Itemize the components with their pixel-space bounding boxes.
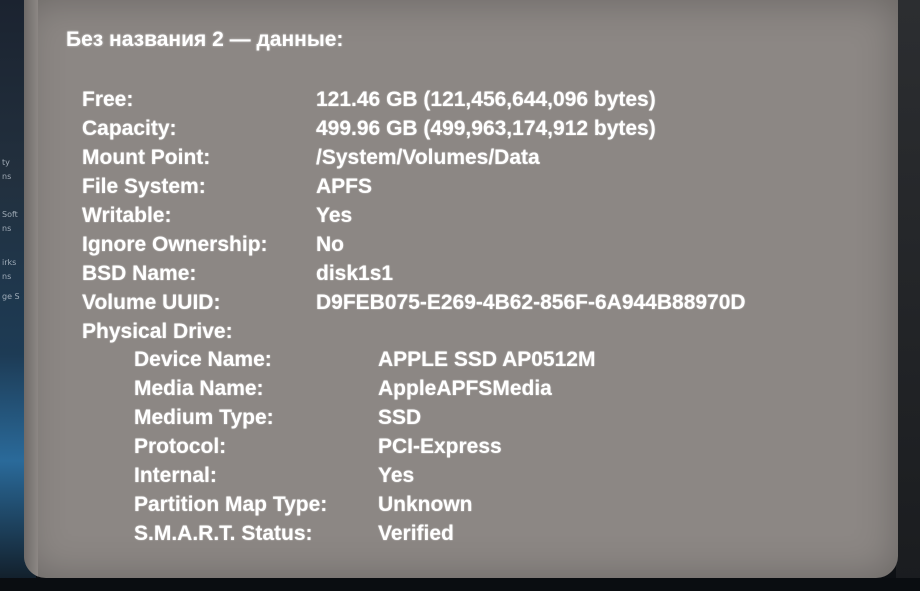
- info-label: Free:: [82, 88, 134, 111]
- info-value: No: [316, 233, 344, 256]
- info-label: Partition Map Type:: [134, 493, 328, 516]
- section-title: Без названия 2 — данные:: [66, 28, 344, 51]
- info-value: APPLE SSD AP0512M: [378, 348, 596, 371]
- info-label: Physical Drive:: [82, 320, 233, 343]
- info-label: Medium Type:: [134, 406, 274, 429]
- info-label: Media Name:: [134, 377, 264, 400]
- background-sidebar-text: ty: [2, 158, 10, 167]
- background-window-edge: [896, 0, 920, 591]
- background-sidebar-text: irks: [2, 258, 17, 267]
- info-value: Verified: [378, 522, 454, 545]
- background-sidebar-text: ge S: [2, 292, 20, 301]
- info-value: 499.96 GB (499,963,174,912 bytes): [316, 117, 656, 140]
- info-value: /System/Volumes/Data: [316, 146, 540, 169]
- info-label: Writable:: [82, 204, 172, 227]
- info-value: SSD: [378, 406, 422, 429]
- info-label: Volume UUID:: [82, 291, 221, 314]
- info-label: Ignore Ownership:: [82, 233, 268, 256]
- background-sidebar-text: ns: [2, 224, 12, 233]
- info-value: 121.46 GB (121,456,644,096 bytes): [316, 88, 656, 111]
- info-label: BSD Name:: [82, 262, 197, 285]
- background-sidebar-text: Soft: [2, 210, 18, 219]
- info-value: Yes: [378, 464, 415, 487]
- info-label: Mount Point:: [82, 146, 211, 169]
- info-value: Unknown: [378, 493, 473, 516]
- info-label: Protocol:: [134, 435, 227, 458]
- background-sidebar-text: ns: [2, 172, 12, 181]
- info-panel: Без названия 2 — данные: Free: 121.46 GB …: [24, 0, 898, 578]
- info-label: Device Name:: [134, 348, 272, 371]
- info-label: Internal:: [134, 464, 217, 487]
- info-value: APFS: [316, 175, 373, 198]
- info-label: S.M.A.R.T. Status:: [134, 522, 313, 545]
- info-value: Yes: [316, 204, 353, 227]
- info-label: Capacity:: [82, 117, 177, 140]
- info-value: disk1s1: [316, 262, 394, 285]
- info-label: File System:: [82, 175, 206, 198]
- background-bottom-bar: [0, 578, 920, 591]
- info-value: AppleAPFSMedia: [378, 377, 552, 400]
- background-sidebar-text: ns: [2, 272, 12, 281]
- info-value: PCI-Express: [378, 435, 502, 458]
- info-value: D9FEB075-E269-4B62-856F-6A944B88970D: [316, 291, 746, 314]
